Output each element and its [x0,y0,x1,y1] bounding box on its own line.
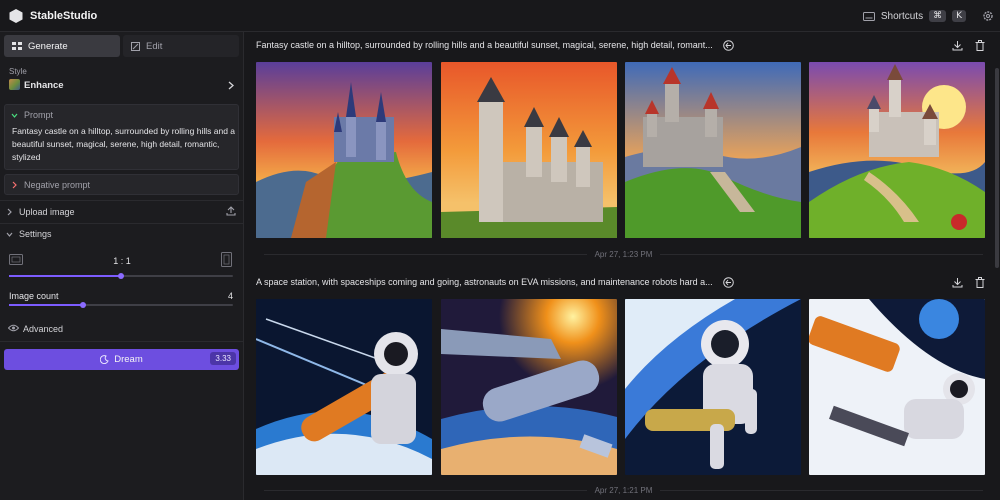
prompt-label: Prompt [24,110,54,120]
divider-line [660,253,983,255]
tab-generate-label: Generate [28,40,68,52]
generation-header: Fantasy castle on a hilltop, surrounded … [256,34,991,56]
generated-image[interactable] [809,62,985,238]
eye-icon [8,324,19,332]
chevron-down-icon [6,232,13,237]
negative-prompt-label: Negative prompt [24,180,91,190]
image-count-slider[interactable] [9,302,233,308]
generated-image[interactable] [809,299,985,475]
logo-icon [9,8,23,23]
generation-header: A space station, with spaceships coming … [256,271,991,293]
download-icon[interactable] [952,40,963,51]
image-count-slider-fill [9,304,83,306]
gear-icon[interactable] [982,10,994,22]
chevron-right-icon [228,81,234,90]
generated-image[interactable] [625,62,801,238]
upload-icon[interactable] [226,206,236,216]
mode-tabs: Generate Edit [4,35,239,57]
gallery: Fantasy castle on a hilltop, surrounded … [245,32,1000,500]
divider [0,341,244,342]
divider [0,200,244,201]
settings-label: Settings [19,229,52,239]
tab-generate[interactable]: Generate [4,35,120,57]
advanced-label: Advanced [23,324,64,334]
generation-prompt: Fantasy castle on a hilltop, surrounded … [256,40,713,50]
divider-line [264,489,587,491]
upload-image-label: Upload image [19,207,75,217]
shortcuts-button[interactable]: Shortcuts [881,11,923,22]
edit-icon [131,41,140,51]
style-selector[interactable]: Style Enhance [0,65,244,97]
cmd-key: ⌘ [929,10,947,22]
top-bar: StableStudio Shortcuts ⌘ K [0,0,1000,32]
dream-button[interactable]: Dream 3.33 [4,349,239,370]
style-label: Style [9,67,27,76]
chevron-right-icon [12,181,17,189]
divider-line [264,253,587,255]
reuse-prompt-icon[interactable] [722,276,734,288]
aspect-slider-thumb[interactable] [118,273,124,279]
aspect-ratio-value: 1 : 1 [113,256,131,266]
prompt-text[interactable]: Fantasy castle on a hilltop, surrounded … [12,125,238,164]
generation-timestamp: Apr 27, 1:21 PM [594,485,653,495]
grid-icon [12,42,22,50]
negative-prompt-panel[interactable]: Negative prompt [4,174,239,195]
trash-icon[interactable] [975,276,985,288]
generated-image[interactable] [256,62,432,238]
dream-cost-badge: 3.33 [210,352,236,365]
upload-image-row[interactable]: Upload image [0,202,244,222]
chevron-right-icon [7,208,12,216]
moon-icon [100,355,109,364]
image-count-slider-thumb[interactable] [79,302,86,308]
dream-label: Dream [114,354,143,365]
keyboard-icon [862,11,875,21]
generation-timestamp-row: Apr 27, 1:23 PM [256,248,991,260]
generation-prompt: A space station, with spaceships coming … [256,277,713,287]
style-thumbnail [9,79,20,90]
generated-image[interactable] [256,299,432,475]
tab-edit-label: Edit [146,40,163,52]
style-value: Enhance [24,80,64,91]
app-logo[interactable]: StableStudio [8,8,97,24]
aspect-slider-fill [9,275,121,277]
portrait-icon[interactable] [221,252,232,267]
divider-line [660,489,983,491]
generation-timestamp: Apr 27, 1:23 PM [594,249,653,259]
scrollbar[interactable] [995,68,999,268]
chevron-down-icon [11,113,18,118]
image-count-label: Image count [9,291,59,301]
tab-edit[interactable]: Edit [123,35,239,57]
k-key: K [952,10,966,22]
aspect-ratio-slider[interactable] [9,273,233,279]
generation-timestamp-row: Apr 27, 1:21 PM [256,484,991,496]
image-count-value: 4 [227,291,233,301]
generated-image[interactable] [441,299,617,475]
reuse-prompt-icon[interactable] [722,39,734,51]
landscape-icon[interactable] [9,254,23,265]
generated-image[interactable] [625,299,801,475]
trash-icon[interactable] [975,39,985,51]
settings-header[interactable]: Settings [0,225,244,245]
app-name: StableStudio [30,9,98,22]
download-icon[interactable] [952,277,963,288]
divider [0,223,244,224]
prompt-panel[interactable]: Prompt Fantasy castle on a hilltop, surr… [4,104,239,170]
sidebar: Generate Edit Style Enhance Prompt Fanta… [0,32,244,500]
advanced-toggle[interactable]: Advanced [0,319,244,339]
generated-image[interactable] [441,62,617,238]
